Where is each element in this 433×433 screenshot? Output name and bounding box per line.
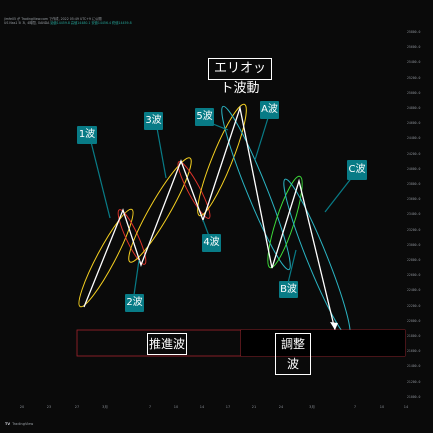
badge-wave-2: 2波 bbox=[125, 294, 144, 312]
tradingview-logo-icon: TV bbox=[5, 422, 11, 426]
badge-wave-4: 4波 bbox=[202, 234, 221, 252]
corrective-box: 調整波 bbox=[241, 330, 405, 375]
tradingview-chart-window: jimfe05 が TradingView.com で作成, 2022 05:4… bbox=[0, 0, 433, 433]
price-tick: 22600.0 bbox=[407, 273, 421, 278]
price-tick: 24000.0 bbox=[407, 166, 421, 171]
time-tick: 7 bbox=[148, 405, 152, 409]
price-tick: 21200.0 bbox=[407, 379, 421, 384]
price-tick: 24600.0 bbox=[407, 121, 421, 126]
chart-title: エリオット波動 bbox=[208, 58, 272, 96]
price-tick: 22000.0 bbox=[407, 318, 421, 323]
price-tick: 24800.0 bbox=[407, 106, 421, 110]
price-axis[interactable]: 25800.0 25600.0 25400.0 25200.0 25000.0 24800… bbox=[405, 30, 433, 400]
badge-wave-c: C波 bbox=[347, 160, 367, 180]
time-tick: 20 bbox=[19, 405, 25, 409]
price-tick: 23800.0 bbox=[407, 182, 421, 186]
time-tick: 27 bbox=[74, 405, 80, 409]
price-tick: 25000.0 bbox=[407, 90, 421, 95]
time-tick: 10 bbox=[379, 405, 385, 409]
w1-pointer bbox=[90, 141, 111, 219]
price-tick: 25400.0 bbox=[407, 60, 421, 65]
badge-wave-5: 5波 bbox=[195, 108, 214, 126]
price-tick: 25200.0 bbox=[407, 75, 421, 80]
time-tick: 3月 bbox=[309, 405, 315, 409]
price-tick: 25800.0 bbox=[407, 30, 421, 34]
impulse-label: 推進波 bbox=[147, 333, 187, 355]
w2-pointer bbox=[133, 259, 140, 296]
time-tick: 23 bbox=[46, 405, 52, 409]
time-tick: 10 bbox=[173, 405, 179, 409]
time-tick: 7 bbox=[353, 405, 357, 409]
wc-pointer bbox=[324, 175, 354, 213]
wa-pointer bbox=[254, 117, 269, 161]
price-tick: 23600.0 bbox=[407, 197, 421, 202]
impulse-box: 推進波 bbox=[77, 330, 241, 356]
brand-name: TradingView bbox=[12, 422, 34, 426]
corrective-label: 調整波 bbox=[275, 333, 311, 375]
price-tick: 22400.0 bbox=[407, 288, 421, 293]
time-tick: 24 bbox=[278, 405, 284, 409]
price-tick: 24200.0 bbox=[407, 151, 421, 156]
tradingview-footer[interactable]: TV TradingView bbox=[5, 422, 33, 426]
time-tick: 14 bbox=[403, 405, 409, 409]
w3-pointer bbox=[156, 127, 167, 179]
price-tick: 21800.0 bbox=[407, 334, 421, 338]
price-tick: 25600.0 bbox=[407, 45, 421, 50]
price-tick: 23400.0 bbox=[407, 212, 421, 217]
price-tick: 22800.0 bbox=[407, 258, 421, 262]
time-tick: 21 bbox=[251, 405, 257, 409]
time-tick: 14 bbox=[199, 405, 205, 409]
wave-end-arrow bbox=[330, 322, 338, 330]
time-tick: 3月 bbox=[102, 405, 108, 409]
time-tick: 17 bbox=[225, 405, 231, 409]
badge-wave-1: 1波 bbox=[77, 126, 97, 144]
price-tick: 21400.0 bbox=[407, 364, 421, 369]
badge-wave-a: A波 bbox=[260, 101, 279, 119]
badge-wave-b: B波 bbox=[279, 281, 298, 298]
price-tick: 21000.0 bbox=[407, 394, 421, 399]
price-tick: 23000.0 bbox=[407, 242, 421, 247]
price-tick: 23200.0 bbox=[407, 227, 421, 232]
price-tick: 22200.0 bbox=[407, 303, 421, 308]
time-axis[interactable]: 20 23 27 3月 7 10 14 17 21 24 3月 7 10 14 bbox=[0, 404, 409, 414]
price-tick: 21600.0 bbox=[407, 349, 421, 354]
price-tick: 24400.0 bbox=[407, 136, 421, 141]
badge-wave-3: 3波 bbox=[144, 112, 163, 130]
